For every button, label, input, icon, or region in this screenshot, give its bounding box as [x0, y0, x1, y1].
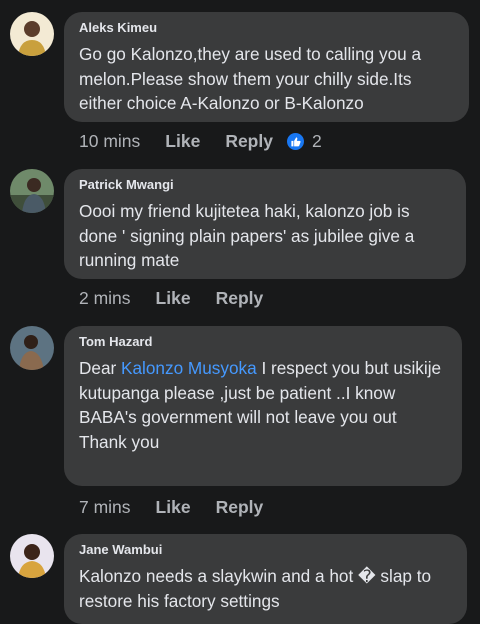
comment-bubble: Jane Wambui Kalonzo needs a slaykwin and…: [64, 534, 467, 624]
timestamp[interactable]: 2 mins: [79, 288, 131, 309]
comment-text-prefix: Dear: [79, 358, 122, 378]
avatar[interactable]: [10, 12, 54, 56]
comment-actions: 2 mins Like Reply: [79, 287, 263, 309]
reaction-summary[interactable]: 2: [286, 130, 322, 152]
author-name[interactable]: Patrick Mwangi: [79, 177, 452, 193]
mention-link[interactable]: Kalonzo Musyoka: [121, 358, 257, 378]
comment-text: Oooi my friend kujitetea haki, kalonzo j…: [79, 201, 415, 270]
comment-text: Kalonzo needs a slaykwin and a hot � sla…: [79, 566, 432, 611]
timestamp[interactable]: 7 mins: [79, 497, 131, 518]
avatar[interactable]: [10, 326, 54, 370]
author-name[interactable]: Jane Wambui: [79, 542, 453, 558]
comment-actions: 10 mins Like Reply 2: [79, 130, 322, 152]
reply-button[interactable]: Reply: [216, 288, 264, 309]
like-button[interactable]: Like: [156, 497, 191, 518]
comment-bubble: Patrick Mwangi Oooi my friend kujitetea …: [64, 169, 466, 279]
timestamp[interactable]: 10 mins: [79, 131, 140, 152]
comment-bubble: Aleks Kimeu Go go Kalonzo,they are used …: [64, 12, 469, 122]
reply-button[interactable]: Reply: [225, 131, 273, 152]
comment-text: Go go Kalonzo,they are used to calling y…: [79, 44, 422, 113]
thumbs-up-icon: [286, 132, 304, 150]
like-button[interactable]: Like: [165, 131, 200, 152]
like-button[interactable]: Like: [156, 288, 191, 309]
avatar[interactable]: [10, 534, 54, 578]
comment-actions: 7 mins Like Reply: [79, 496, 263, 518]
reply-button[interactable]: Reply: [216, 497, 264, 518]
comment-bubble: Tom Hazard Dear Kalonzo Musyoka I respec…: [64, 326, 462, 486]
author-name[interactable]: Aleks Kimeu: [79, 20, 455, 36]
comment-text: Dear Kalonzo Musyoka I respect you but u…: [79, 356, 448, 454]
reaction-count: 2: [311, 130, 322, 151]
avatar[interactable]: [10, 169, 54, 213]
author-name[interactable]: Tom Hazard: [79, 334, 448, 350]
